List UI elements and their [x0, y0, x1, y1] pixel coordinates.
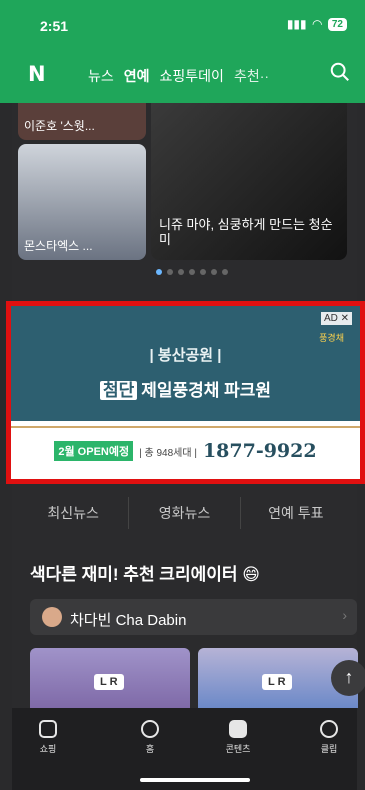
- scroll-top-button[interactable]: ↑: [331, 660, 365, 696]
- tab-news[interactable]: 뉴스: [88, 66, 114, 86]
- signal-icon: ▮▮▮: [286, 17, 307, 31]
- ad-top: AD ✕ 풍경채 | 봉산공원 | 첨단 제일풍경채 파크원: [11, 306, 360, 421]
- ad-subtitle: | 봉산공원 |: [149, 347, 222, 364]
- chevron-right-icon: ›: [342, 607, 347, 623]
- creator-name: 차다빈 Cha Dabin: [70, 612, 187, 629]
- nav-clip-label: 클립: [320, 744, 338, 754]
- news-card-2-title: 몬스타엑스 ...: [24, 239, 93, 253]
- nav-contents[interactable]: 콘텐츠: [208, 720, 268, 755]
- carousel-dot: [222, 269, 228, 275]
- status-time: 2:51: [40, 18, 69, 34]
- subtab-movie-news[interactable]: 영화뉴스: [129, 497, 241, 529]
- top-tabs: 뉴스 연예 쇼핑투데이 추천··: [88, 66, 269, 86]
- thumb-logo: L R: [94, 674, 124, 690]
- ad-open-badge: 2월 OPEN예정: [54, 441, 134, 461]
- carousel-dot-active: [156, 269, 162, 275]
- nav-contents-label: 콘텐츠: [225, 744, 251, 754]
- sub-tabs: 최신뉴스 영화뉴스 연예 투표: [12, 497, 357, 529]
- ad-units: | 총 948세대 |: [139, 447, 197, 459]
- search-icon[interactable]: [329, 61, 351, 83]
- status-bar: 2:51 ▮▮▮ ◠ 72: [0, 0, 365, 48]
- ad-brand-logo: 풍경채: [319, 333, 344, 343]
- top-header: 2:51 ▮▮▮ ◠ 72 N 뉴스 연예 쇼핑투데이 추천··: [0, 0, 365, 103]
- nav-shopping[interactable]: 쇼핑: [18, 720, 78, 755]
- status-icons: ▮▮▮ ◠ 72: [287, 17, 347, 31]
- ad-phone: 1877-9922: [202, 440, 317, 462]
- nav-home[interactable]: 홈: [120, 720, 180, 755]
- creator-thumb-1[interactable]: L R: [30, 648, 190, 708]
- nav-home-label: 홈: [145, 744, 155, 754]
- subtab-latest-news[interactable]: 최신뉴스: [18, 497, 130, 529]
- nav-clip[interactable]: 클립: [299, 720, 359, 755]
- carousel-dot: [211, 269, 217, 275]
- carousel-dot: [167, 269, 173, 275]
- tab-recommend[interactable]: 추천··: [234, 66, 269, 86]
- carousel-dot: [178, 269, 184, 275]
- home-icon: [141, 720, 159, 738]
- tab-entertainment[interactable]: 연예: [124, 66, 150, 86]
- subtab-ent-vote[interactable]: 연예 투표: [241, 497, 351, 529]
- section-title: 색다른 재미! 추천 크리에이터 😄: [30, 565, 260, 584]
- home-indicator: [140, 778, 250, 782]
- news-card-1[interactable]: 이준호 '스웟...: [18, 103, 146, 140]
- ad-info-row: 2월 OPEN예정 | 총 948세대 | 1877-9922: [11, 440, 360, 462]
- wifi-icon: ◠: [312, 17, 322, 31]
- carousel-dot: [189, 269, 195, 275]
- ad-tag: 첨단: [99, 381, 138, 400]
- thumb-logo: L R: [262, 674, 292, 690]
- ad-badge[interactable]: AD ✕: [320, 312, 352, 325]
- carousel-dot: [200, 269, 206, 275]
- creator-row[interactable]: 차다빈 Cha Dabin ›: [30, 599, 357, 635]
- battery-icon: 72: [327, 17, 347, 31]
- news-card-3[interactable]: 니쥬 마야, 심쿵하게 만드는 청순미: [151, 103, 347, 260]
- ad-bottom: 2월 OPEN예정 | 총 948세대 | 1877-9922: [11, 426, 360, 479]
- naver-logo[interactable]: N: [28, 62, 46, 86]
- bottom-nav: 쇼핑 홈 콘텐츠 클립: [12, 708, 357, 790]
- avatar: [42, 607, 62, 627]
- carousel-dots: [156, 269, 228, 275]
- nav-shopping-label: 쇼핑: [39, 744, 57, 754]
- shopping-bag-icon: [39, 720, 57, 738]
- contents-icon: [229, 720, 247, 738]
- ad-name: 제일풍경채 파크원: [141, 381, 272, 400]
- ad-banner[interactable]: AD ✕ 풍경채 | 봉산공원 | 첨단 제일풍경채 파크원 2월 OPEN예정 …: [6, 301, 365, 484]
- ad-title: 첨단 제일풍경채 파크원: [11, 376, 360, 401]
- news-card-3-title: 니쥬 마야, 심쿵하게 만드는 청순미: [159, 216, 333, 248]
- naver-header: N 뉴스 연예 쇼핑투데이 추천··: [0, 56, 365, 92]
- clip-icon: [320, 720, 338, 738]
- news-card-2[interactable]: 몬스타엑스 ...: [18, 144, 146, 260]
- tab-shopping-today[interactable]: 쇼핑투데이: [160, 66, 224, 86]
- news-card-1-title: 이준호 '스웟...: [24, 119, 95, 133]
